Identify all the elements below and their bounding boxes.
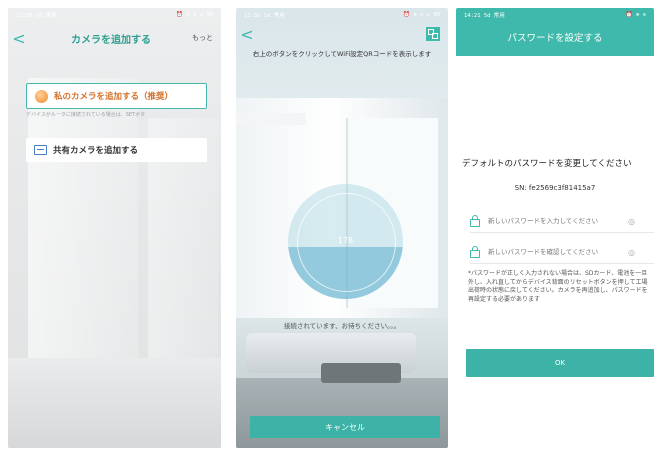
background-floor xyxy=(8,358,221,448)
new-password-input[interactable] xyxy=(488,217,628,225)
back-icon[interactable]: < xyxy=(236,25,258,44)
status-time: 11:31 5d 常用 xyxy=(244,12,285,19)
back-icon[interactable]: < xyxy=(8,29,30,48)
status-time: 14:21 5d 常用 xyxy=(464,12,505,19)
qr-code-icon[interactable] xyxy=(426,27,440,41)
status-icons: ⏰ ⊕ ⊙ ⌂ 90 xyxy=(176,11,213,18)
header: < カメラを追加する もっと xyxy=(8,21,221,55)
eye-icon[interactable]: ◎ xyxy=(628,217,635,226)
header: < xyxy=(236,21,448,47)
instruction-text: 右上のボタンをクリックしてWiFi設定QRコードを表示します xyxy=(252,50,432,58)
new-password-row: ◎ xyxy=(470,210,654,233)
status-bar: 11:30 5d 常用 ⏰ ⊕ ⊙ ⌂ 90 xyxy=(8,8,221,21)
confirm-password-input[interactable] xyxy=(488,248,628,256)
header: 14:21 5d 常用 ⏰ ⊕ ⊙ パスワードを設定する xyxy=(456,8,654,56)
hint-text: デバイスがルータに接続されている場合は、SETボタ xyxy=(26,112,146,118)
confirm-password-row: ◎ xyxy=(470,241,654,264)
cancel-button[interactable]: キャンセル xyxy=(250,416,440,438)
phone-wifi-qr-screen: 11:31 5d 常用 ⏰ ⊕ ⊙ ⌂ 90 < 右上のボタンをクリックしてWi… xyxy=(236,8,448,448)
password-note: *パスワードが正しく入力されない場合は、SDカード、電池を一旦外し、入れ直してか… xyxy=(468,270,648,303)
status-icons: ⏰ ⊕ ⊙ xyxy=(625,11,646,18)
countdown-value: 178 xyxy=(337,236,354,245)
ok-button[interactable]: OK xyxy=(466,349,654,377)
status-bar: 14:21 5d 常用 ⏰ ⊕ ⊙ xyxy=(456,8,654,21)
add-my-camera-button[interactable]: 私のカメラを追加する（推奨） xyxy=(26,83,207,109)
change-password-heading: デフォルトのパスワードを変更してください xyxy=(462,159,632,169)
phone-set-password-screen: 14:21 5d 常用 ⏰ ⊕ ⊙ パスワードを設定する デフォルトのパスワード… xyxy=(456,8,654,448)
status-bar: 11:31 5d 常用 ⏰ ⊕ ⊙ ⌂ 90 xyxy=(236,8,448,21)
lock-icon xyxy=(470,214,480,227)
more-button[interactable]: もっと xyxy=(192,33,221,43)
phone-add-camera-screen: 11:30 5d 常用 ⏰ ⊕ ⊙ ⌂ 90 < カメラを追加する もっと 私の… xyxy=(8,8,221,448)
shared-camera-icon xyxy=(34,145,47,155)
lock-icon xyxy=(470,245,480,258)
add-my-camera-label: 私のカメラを追加する（推奨） xyxy=(54,92,174,102)
serial-number: SN: fe2569c3f81415a7 xyxy=(514,184,596,192)
page-title: パスワードを設定する xyxy=(507,33,603,44)
background-table xyxy=(321,363,401,383)
background-air-conditioner xyxy=(236,113,306,125)
eye-icon[interactable]: ◎ xyxy=(628,248,635,257)
page-title: カメラを追加する xyxy=(71,34,151,46)
status-icons: ⏰ ⊕ ⊙ ⌂ 90 xyxy=(403,11,440,18)
status-time: 11:30 5d 常用 xyxy=(16,12,57,19)
add-shared-camera-label: 共有カメラを追加する xyxy=(53,146,139,156)
waiting-text: 接続されています、お待ちください。。。 xyxy=(283,322,401,330)
camera-orb-icon xyxy=(35,89,48,103)
add-shared-camera-button[interactable]: 共有カメラを追加する xyxy=(26,138,207,162)
background-window xyxy=(28,78,138,378)
